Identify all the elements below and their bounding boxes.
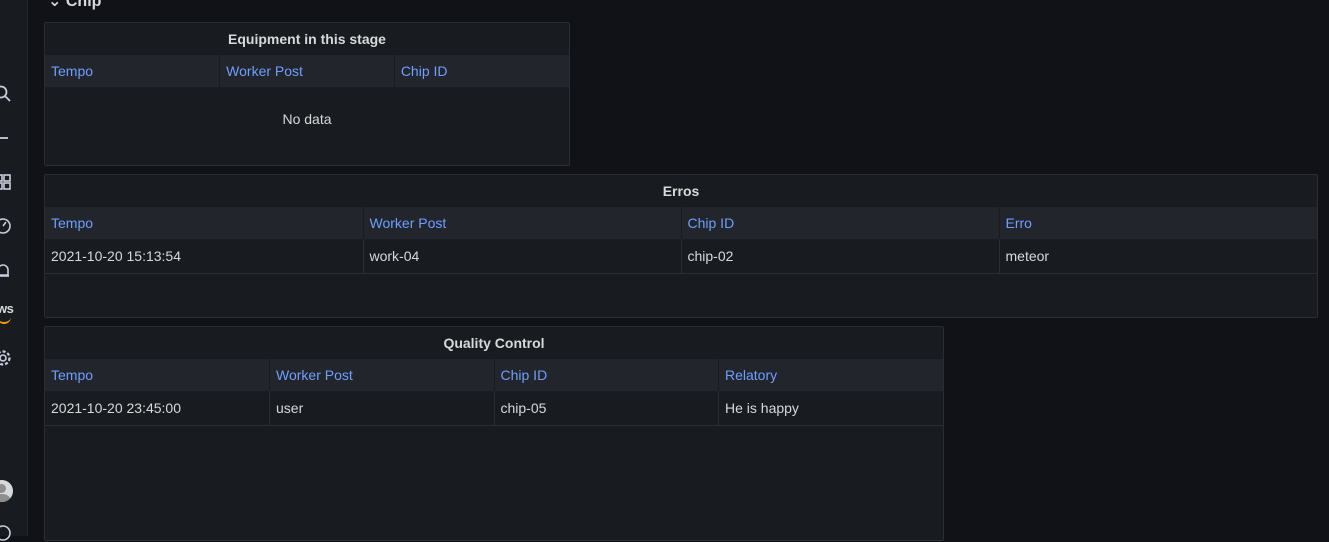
column-header-worker-post[interactable]: Worker Post bbox=[269, 359, 495, 391]
column-header-tempo[interactable]: Tempo bbox=[45, 359, 270, 391]
gear-icon[interactable] bbox=[0, 349, 12, 367]
cell-tempo: 2021-10-20 23:45:00 bbox=[45, 391, 270, 426]
cell-relatory: He is happy bbox=[718, 391, 943, 426]
alerting-icon[interactable] bbox=[0, 262, 12, 280]
cell-worker-post: work-04 bbox=[363, 239, 682, 274]
column-header-worker-post[interactable]: Worker Post bbox=[363, 207, 682, 239]
column-header-tempo[interactable]: Tempo bbox=[45, 207, 364, 239]
erros-panel: Erros Tempo Worker Post Chip ID Erro 202… bbox=[44, 174, 1318, 318]
table-row: 2021-10-20 23:45:00 user chip-05 He is h… bbox=[45, 391, 943, 426]
cell-tempo: 2021-10-20 15:13:54 bbox=[45, 239, 364, 274]
quality-control-panel: Quality Control Tempo Worker Post Chip I… bbox=[44, 326, 944, 541]
column-header-worker-post[interactable]: Worker Post bbox=[219, 55, 395, 87]
aws-smile-icon bbox=[0, 317, 11, 324]
quality-control-table: Tempo Worker Post Chip ID Relatory 2021-… bbox=[45, 359, 943, 426]
sidebar: ws bbox=[0, 0, 28, 541]
aws-icon[interactable]: ws bbox=[0, 301, 14, 316]
panel-title[interactable]: Quality Control bbox=[45, 327, 943, 359]
column-header-relatory[interactable]: Relatory bbox=[718, 359, 943, 391]
column-header-chip-id[interactable]: Chip ID bbox=[494, 359, 719, 391]
cell-chip-id: chip-02 bbox=[681, 239, 1000, 274]
help-icon[interactable] bbox=[0, 524, 12, 542]
column-header-chip-id[interactable]: Chip ID bbox=[681, 207, 1000, 239]
cell-erro: meteor bbox=[999, 239, 1317, 274]
row-title[interactable]: ⌄ Chip bbox=[48, 0, 101, 11]
panel-title[interactable]: Erros bbox=[45, 175, 1317, 207]
avatar[interactable] bbox=[0, 480, 13, 502]
no-data-message: No data bbox=[282, 111, 332, 127]
plus-icon[interactable] bbox=[0, 129, 12, 147]
column-header-tempo[interactable]: Tempo bbox=[45, 55, 221, 87]
cell-chip-id: chip-05 bbox=[494, 391, 719, 426]
panel-title[interactable]: Equipment in this stage bbox=[45, 23, 569, 55]
column-header-chip-id[interactable]: Chip ID bbox=[394, 55, 569, 87]
search-icon[interactable] bbox=[0, 85, 12, 103]
explore-icon[interactable] bbox=[0, 217, 12, 235]
equipment-table: Tempo Worker Post Chip ID bbox=[45, 55, 569, 87]
erros-table: Tempo Worker Post Chip ID Erro 2021-10-2… bbox=[45, 207, 1317, 274]
table-row: 2021-10-20 15:13:54 work-04 chip-02 mete… bbox=[45, 239, 1317, 274]
equipment-panel: Equipment in this stage Tempo Worker Pos… bbox=[44, 22, 570, 166]
dashboards-icon[interactable] bbox=[0, 173, 12, 191]
cell-worker-post: user bbox=[269, 391, 495, 426]
column-header-erro[interactable]: Erro bbox=[999, 207, 1317, 239]
